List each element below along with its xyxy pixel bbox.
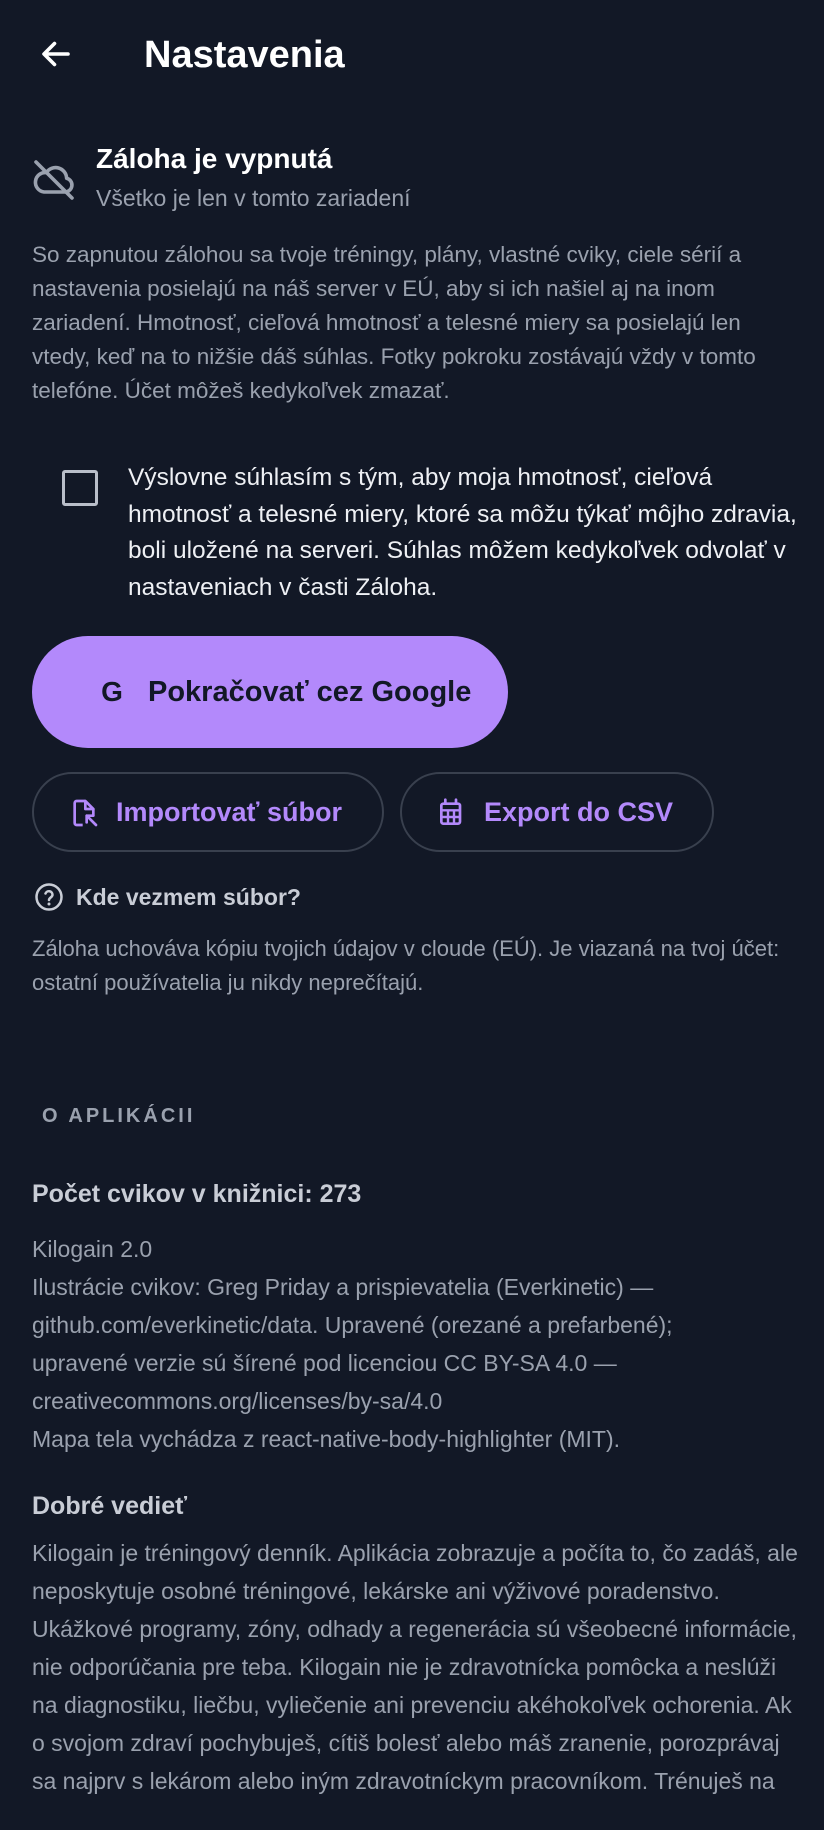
cloud-off-icon bbox=[33, 160, 74, 200]
credits-line: creativecommons.org/licenses/by-sa/4.0 bbox=[32, 1388, 443, 1414]
backup-status-title: Záloha je vypnutá bbox=[96, 143, 333, 174]
page-title: Nastavenia bbox=[144, 34, 345, 76]
credits-line: upravené verzie sú šírené pod licenciou … bbox=[32, 1350, 617, 1376]
backup-status-subtitle: Všetko je len v tomto zariadení bbox=[96, 185, 411, 211]
arrow-left-icon bbox=[42, 41, 70, 67]
good-to-know-text: Kilogain je tréningový denník. Aplikácia… bbox=[32, 1540, 798, 1794]
export-button-label: Export do CSV bbox=[484, 797, 674, 827]
help-circle-icon bbox=[35, 883, 63, 911]
cloud-backup-note: Záloha uchováva kópiu tvojich údajov v c… bbox=[32, 936, 780, 995]
consent-checkbox[interactable] bbox=[62, 470, 98, 506]
google-icon: G bbox=[101, 676, 123, 707]
credits-line: github.com/everkinetic/data. Upravené (o… bbox=[32, 1312, 673, 1338]
exercise-count: Počet cvikov v knižnici: 273 bbox=[32, 1180, 362, 1208]
help-link-label: Kde vezmem súbor? bbox=[76, 884, 301, 910]
about-info: Kilogain 2.0 Ilustrácie cvikov: Greg Pri… bbox=[32, 1230, 812, 1458]
import-button-label: Importovať súbor bbox=[116, 797, 342, 827]
backup-status: Záloha je vypnutá Všetko je len v tomto … bbox=[30, 140, 800, 220]
credits-line: Ilustrácie cvikov: Greg Priday a prispie… bbox=[32, 1274, 654, 1300]
export-csv-button[interactable]: Export do CSV bbox=[400, 772, 714, 852]
credits-line: Mapa tela vychádza z react-native-body-h… bbox=[32, 1426, 621, 1452]
app-header: Nastavenia bbox=[0, 0, 824, 112]
app-version: Kilogain 2.0 bbox=[32, 1236, 153, 1262]
file-import-icon bbox=[73, 799, 98, 827]
google-button-label: Pokračovať cez Google bbox=[148, 676, 472, 708]
good-to-know-title: Dobré vedieť bbox=[32, 1492, 188, 1520]
continue-with-google-button[interactable]: G Pokračovať cez Google bbox=[32, 636, 508, 748]
spreadsheet-icon bbox=[440, 798, 462, 825]
consent-text: Výslovne súhlasím s tým, aby moja hmotno… bbox=[128, 464, 797, 601]
back-button[interactable] bbox=[30, 28, 82, 80]
about-section-header: O APLIKÁCII bbox=[42, 1105, 196, 1127]
backup-description: So zapnutou zálohou sa tvoje tréningy, p… bbox=[32, 242, 756, 403]
import-file-button[interactable]: Importovať súbor bbox=[32, 772, 384, 852]
